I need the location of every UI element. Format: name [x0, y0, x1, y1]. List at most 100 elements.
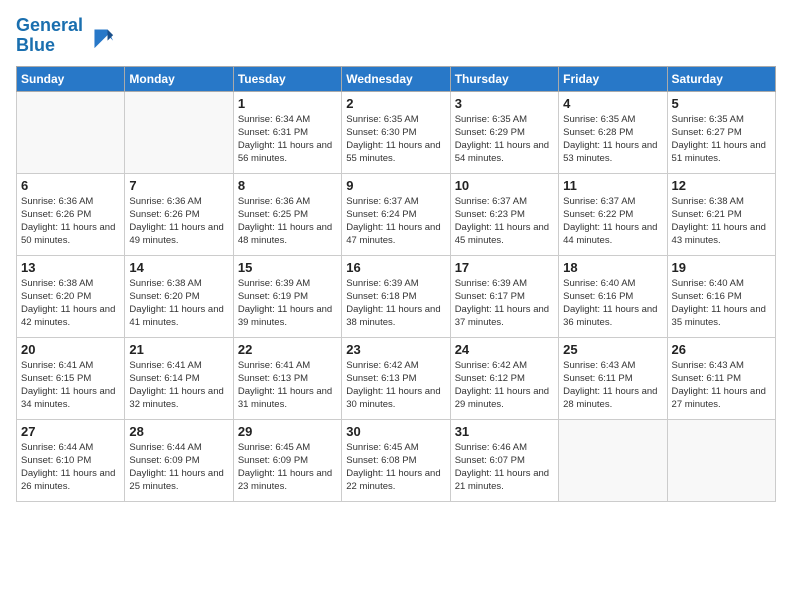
cell-info: Sunrise: 6:37 AM Sunset: 6:24 PM Dayligh…: [346, 195, 445, 248]
day-number: 19: [672, 260, 771, 275]
cell-info: Sunrise: 6:43 AM Sunset: 6:11 PM Dayligh…: [563, 359, 662, 412]
calendar-week-row: 6 Sunrise: 6:36 AM Sunset: 6:26 PM Dayli…: [17, 173, 776, 255]
day-number: 10: [455, 178, 554, 193]
weekday-header: Sunday: [17, 66, 125, 91]
calendar-cell: 9 Sunrise: 6:37 AM Sunset: 6:24 PM Dayli…: [342, 173, 450, 255]
logo-general: General: [16, 15, 83, 35]
calendar-cell: 31 Sunrise: 6:46 AM Sunset: 6:07 PM Dayl…: [450, 419, 558, 501]
day-number: 9: [346, 178, 445, 193]
calendar-cell: [667, 419, 775, 501]
calendar-cell: 5 Sunrise: 6:35 AM Sunset: 6:27 PM Dayli…: [667, 91, 775, 173]
day-number: 1: [238, 96, 337, 111]
day-number: 17: [455, 260, 554, 275]
day-number: 11: [563, 178, 662, 193]
cell-info: Sunrise: 6:36 AM Sunset: 6:26 PM Dayligh…: [129, 195, 228, 248]
cell-info: Sunrise: 6:37 AM Sunset: 6:22 PM Dayligh…: [563, 195, 662, 248]
calendar-cell: 26 Sunrise: 6:43 AM Sunset: 6:11 PM Dayl…: [667, 337, 775, 419]
cell-info: Sunrise: 6:39 AM Sunset: 6:19 PM Dayligh…: [238, 277, 337, 330]
calendar-cell: [17, 91, 125, 173]
weekday-header: Tuesday: [233, 66, 341, 91]
cell-info: Sunrise: 6:40 AM Sunset: 6:16 PM Dayligh…: [672, 277, 771, 330]
calendar-cell: 1 Sunrise: 6:34 AM Sunset: 6:31 PM Dayli…: [233, 91, 341, 173]
day-number: 5: [672, 96, 771, 111]
day-number: 7: [129, 178, 228, 193]
cell-info: Sunrise: 6:35 AM Sunset: 6:27 PM Dayligh…: [672, 113, 771, 166]
day-number: 21: [129, 342, 228, 357]
day-number: 29: [238, 424, 337, 439]
calendar-cell: 19 Sunrise: 6:40 AM Sunset: 6:16 PM Dayl…: [667, 255, 775, 337]
calendar-table: SundayMondayTuesdayWednesdayThursdayFrid…: [16, 66, 776, 502]
weekday-header: Monday: [125, 66, 233, 91]
calendar-cell: 21 Sunrise: 6:41 AM Sunset: 6:14 PM Dayl…: [125, 337, 233, 419]
calendar-cell: 10 Sunrise: 6:37 AM Sunset: 6:23 PM Dayl…: [450, 173, 558, 255]
day-number: 31: [455, 424, 554, 439]
calendar-cell: 27 Sunrise: 6:44 AM Sunset: 6:10 PM Dayl…: [17, 419, 125, 501]
cell-info: Sunrise: 6:41 AM Sunset: 6:13 PM Dayligh…: [238, 359, 337, 412]
day-number: 2: [346, 96, 445, 111]
weekday-header: Saturday: [667, 66, 775, 91]
calendar-cell: 20 Sunrise: 6:41 AM Sunset: 6:15 PM Dayl…: [17, 337, 125, 419]
day-number: 25: [563, 342, 662, 357]
calendar-cell: 22 Sunrise: 6:41 AM Sunset: 6:13 PM Dayl…: [233, 337, 341, 419]
calendar-cell: 14 Sunrise: 6:38 AM Sunset: 6:20 PM Dayl…: [125, 255, 233, 337]
cell-info: Sunrise: 6:38 AM Sunset: 6:20 PM Dayligh…: [129, 277, 228, 330]
calendar-cell: 12 Sunrise: 6:38 AM Sunset: 6:21 PM Dayl…: [667, 173, 775, 255]
weekday-header-row: SundayMondayTuesdayWednesdayThursdayFrid…: [17, 66, 776, 91]
cell-info: Sunrise: 6:43 AM Sunset: 6:11 PM Dayligh…: [672, 359, 771, 412]
cell-info: Sunrise: 6:41 AM Sunset: 6:14 PM Dayligh…: [129, 359, 228, 412]
cell-info: Sunrise: 6:40 AM Sunset: 6:16 PM Dayligh…: [563, 277, 662, 330]
calendar-cell: 15 Sunrise: 6:39 AM Sunset: 6:19 PM Dayl…: [233, 255, 341, 337]
cell-info: Sunrise: 6:38 AM Sunset: 6:21 PM Dayligh…: [672, 195, 771, 248]
logo-blue: Blue: [16, 35, 55, 55]
calendar-week-row: 27 Sunrise: 6:44 AM Sunset: 6:10 PM Dayl…: [17, 419, 776, 501]
day-number: 12: [672, 178, 771, 193]
day-number: 6: [21, 178, 120, 193]
weekday-header: Friday: [559, 66, 667, 91]
calendar-cell: 13 Sunrise: 6:38 AM Sunset: 6:20 PM Dayl…: [17, 255, 125, 337]
cell-info: Sunrise: 6:35 AM Sunset: 6:28 PM Dayligh…: [563, 113, 662, 166]
cell-info: Sunrise: 6:35 AM Sunset: 6:29 PM Dayligh…: [455, 113, 554, 166]
day-number: 23: [346, 342, 445, 357]
cell-info: Sunrise: 6:41 AM Sunset: 6:15 PM Dayligh…: [21, 359, 120, 412]
calendar-cell: 24 Sunrise: 6:42 AM Sunset: 6:12 PM Dayl…: [450, 337, 558, 419]
cell-info: Sunrise: 6:42 AM Sunset: 6:13 PM Dayligh…: [346, 359, 445, 412]
day-number: 28: [129, 424, 228, 439]
day-number: 15: [238, 260, 337, 275]
calendar-cell: 8 Sunrise: 6:36 AM Sunset: 6:25 PM Dayli…: [233, 173, 341, 255]
logo-text: General Blue: [16, 16, 83, 56]
calendar-cell: 18 Sunrise: 6:40 AM Sunset: 6:16 PM Dayl…: [559, 255, 667, 337]
day-number: 13: [21, 260, 120, 275]
day-number: 20: [21, 342, 120, 357]
weekday-header: Thursday: [450, 66, 558, 91]
logo: General Blue: [16, 16, 115, 56]
cell-info: Sunrise: 6:37 AM Sunset: 6:23 PM Dayligh…: [455, 195, 554, 248]
calendar-cell: 16 Sunrise: 6:39 AM Sunset: 6:18 PM Dayl…: [342, 255, 450, 337]
calendar-cell: 3 Sunrise: 6:35 AM Sunset: 6:29 PM Dayli…: [450, 91, 558, 173]
cell-info: Sunrise: 6:35 AM Sunset: 6:30 PM Dayligh…: [346, 113, 445, 166]
day-number: 4: [563, 96, 662, 111]
logo-icon: [87, 22, 115, 50]
day-number: 16: [346, 260, 445, 275]
day-number: 8: [238, 178, 337, 193]
cell-info: Sunrise: 6:45 AM Sunset: 6:09 PM Dayligh…: [238, 441, 337, 494]
calendar-cell: 4 Sunrise: 6:35 AM Sunset: 6:28 PM Dayli…: [559, 91, 667, 173]
calendar-cell: 30 Sunrise: 6:45 AM Sunset: 6:08 PM Dayl…: [342, 419, 450, 501]
calendar-cell: 17 Sunrise: 6:39 AM Sunset: 6:17 PM Dayl…: [450, 255, 558, 337]
day-number: 30: [346, 424, 445, 439]
day-number: 3: [455, 96, 554, 111]
calendar-week-row: 20 Sunrise: 6:41 AM Sunset: 6:15 PM Dayl…: [17, 337, 776, 419]
day-number: 26: [672, 342, 771, 357]
calendar-cell: [125, 91, 233, 173]
calendar-cell: 6 Sunrise: 6:36 AM Sunset: 6:26 PM Dayli…: [17, 173, 125, 255]
cell-info: Sunrise: 6:44 AM Sunset: 6:09 PM Dayligh…: [129, 441, 228, 494]
calendar-week-row: 13 Sunrise: 6:38 AM Sunset: 6:20 PM Dayl…: [17, 255, 776, 337]
calendar-cell: 2 Sunrise: 6:35 AM Sunset: 6:30 PM Dayli…: [342, 91, 450, 173]
calendar-cell: [559, 419, 667, 501]
day-number: 18: [563, 260, 662, 275]
cell-info: Sunrise: 6:34 AM Sunset: 6:31 PM Dayligh…: [238, 113, 337, 166]
cell-info: Sunrise: 6:39 AM Sunset: 6:17 PM Dayligh…: [455, 277, 554, 330]
cell-info: Sunrise: 6:36 AM Sunset: 6:26 PM Dayligh…: [21, 195, 120, 248]
calendar-cell: 25 Sunrise: 6:43 AM Sunset: 6:11 PM Dayl…: [559, 337, 667, 419]
cell-info: Sunrise: 6:44 AM Sunset: 6:10 PM Dayligh…: [21, 441, 120, 494]
day-number: 14: [129, 260, 228, 275]
